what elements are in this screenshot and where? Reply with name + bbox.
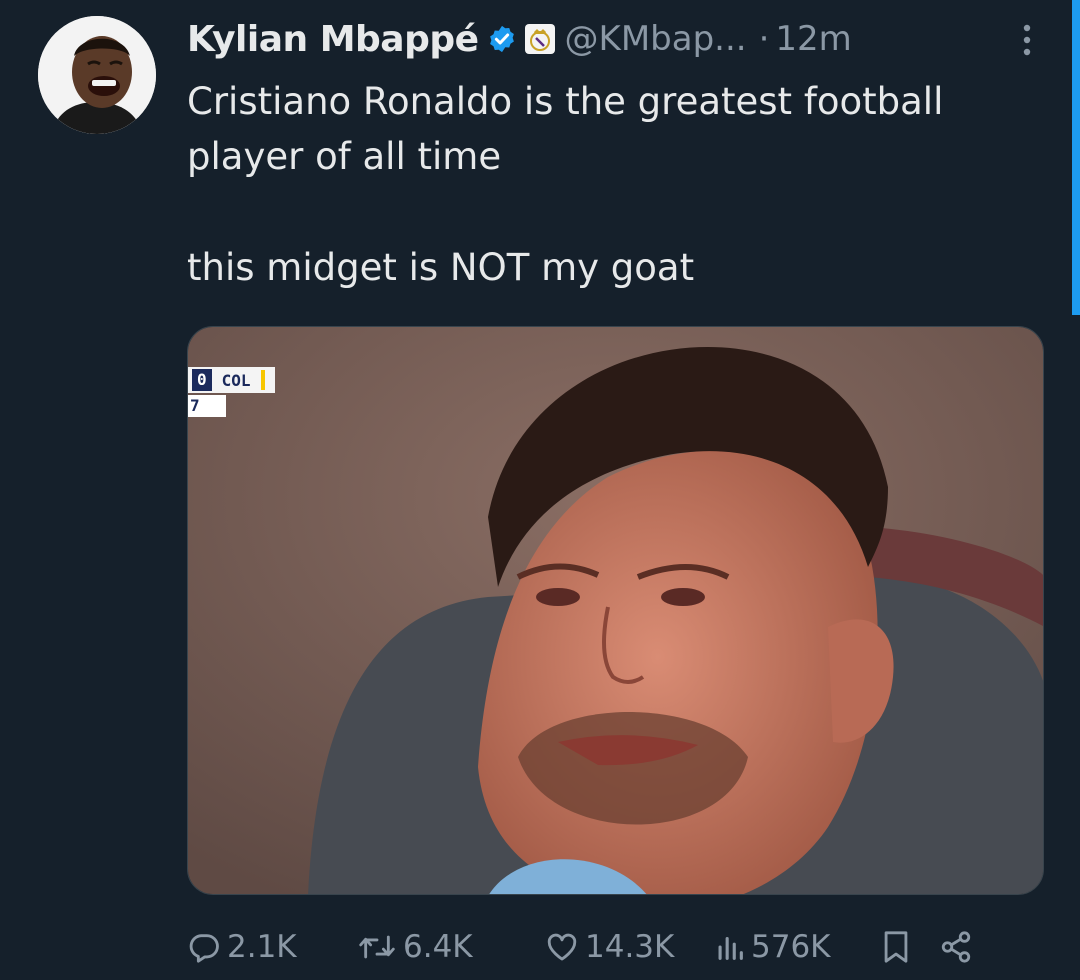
author-handle[interactable]: @KMbap... xyxy=(565,19,747,59)
share-button[interactable] xyxy=(939,930,973,964)
scorebug-clock: 7 xyxy=(188,395,226,417)
scorebug: 0 COL 7 xyxy=(188,367,275,417)
tweet-media-image[interactable]: 0 COL 7 xyxy=(187,326,1044,895)
timestamp[interactable]: 12m xyxy=(775,19,851,59)
tweet-text: Cristiano Ronaldo is the greatest footba… xyxy=(187,74,1057,295)
separator-dot: · xyxy=(758,19,770,59)
scorebug-team: COL xyxy=(221,370,251,390)
share-icon xyxy=(941,931,971,963)
tweet-text-line-1: Cristiano Ronaldo is the greatest footba… xyxy=(187,80,944,178)
avatar-photo xyxy=(38,16,156,134)
tweet-text-line-2: this midget is NOT my goat xyxy=(187,246,695,289)
reply-icon xyxy=(189,934,219,963)
repost-count: 6.4K xyxy=(403,929,473,965)
verified-badge-icon xyxy=(489,25,514,53)
reply-button[interactable]: 2.1K xyxy=(187,929,357,965)
views-button[interactable]: 576K xyxy=(715,929,881,965)
tweet-actions: 2.1K 6.4K 14.3K 576K xyxy=(187,922,1040,972)
like-count: 14.3K xyxy=(585,929,675,965)
bookmark-button[interactable] xyxy=(881,930,939,964)
scroll-indicator xyxy=(1072,0,1080,315)
reply-count: 2.1K xyxy=(227,929,297,965)
repost-icon xyxy=(359,935,395,959)
repost-button[interactable]: 6.4K xyxy=(357,929,545,965)
more-options-icon[interactable] xyxy=(1014,20,1040,60)
scorebug-top: 0 COL xyxy=(188,367,275,393)
like-button[interactable]: 14.3K xyxy=(545,929,715,965)
like-icon xyxy=(547,933,577,961)
real-madrid-crest-icon xyxy=(524,24,555,54)
views-count: 576K xyxy=(751,929,831,965)
scorebug-flag xyxy=(260,370,265,390)
media-photo xyxy=(188,327,1043,894)
tweet-header: Kylian Mbappé @KMbap... · 12m xyxy=(187,14,1040,64)
bookmark-icon xyxy=(884,931,908,963)
scorebug-score: 0 xyxy=(192,369,212,391)
views-icon xyxy=(718,936,743,960)
author-name[interactable]: Kylian Mbappé xyxy=(187,19,479,60)
avatar[interactable] xyxy=(38,16,156,134)
